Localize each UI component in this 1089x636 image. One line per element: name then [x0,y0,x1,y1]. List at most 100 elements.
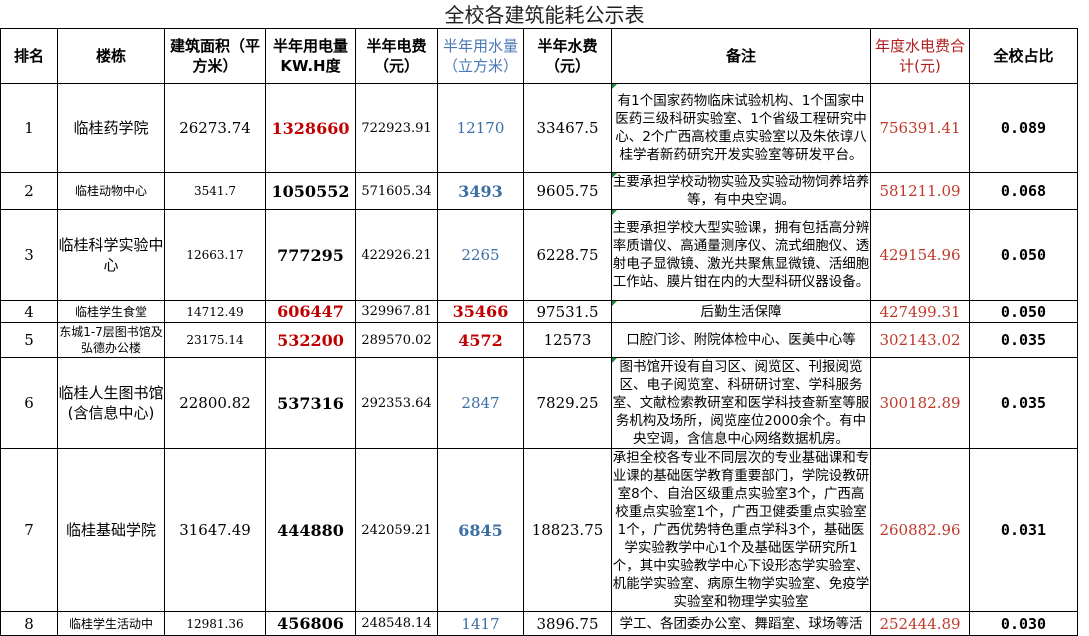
table-row[interactable]: 2 临桂动物中心 3541.7 1050552 571605.34 3493 9… [0,172,1078,210]
area-cell[interactable]: 3541.7 [164,172,266,210]
elec-use-cell[interactable]: 777295 [265,209,356,301]
elec-fee-cell[interactable]: 248548.14 [355,611,438,636]
rank-cell[interactable]: 2 [0,172,58,210]
table-row[interactable]: 6 临桂人生图书馆(含信息中心) 22800.82 537316 292353.… [0,357,1078,449]
elec-use-cell[interactable]: 532200 [265,322,356,358]
header-elec-fee[interactable]: 半年电费（元） [355,28,438,84]
share-cell[interactable]: 0.035 [969,357,1078,449]
area-cell[interactable]: 12981.36 [164,611,266,636]
total-cell[interactable]: 300182.89 [870,357,970,449]
elec-use-cell[interactable]: 456806 [265,611,356,636]
share-cell[interactable]: 0.050 [969,209,1078,301]
rank-cell[interactable]: 1 [0,83,58,173]
notes-cell[interactable]: 承担全校各专业不同层次的专业基础课和专业课的基础医学教育重要部门，学院设教研室8… [611,448,871,612]
elec-use-cell[interactable]: 444880 [265,448,356,612]
building-cell[interactable]: 临桂药学院 [57,83,165,173]
table-row[interactable]: 3 临桂科学实验中心 12663.17 777295 422926.21 226… [0,209,1078,301]
header-water-use[interactable]: 半年用水量（立方米） [437,28,524,84]
notes-cell[interactable]: 图书馆开设有自习区、阅览区、刊报阅览区、电子阅览室、科研研讨室、学科服务室、文献… [611,357,871,449]
building-cell[interactable]: 东城1-7层图书馆及弘德办公楼 [57,322,165,358]
header-building[interactable]: 楼栋 [57,28,165,84]
water-fee-cell[interactable]: 12573 [523,322,612,358]
water-use-cell[interactable]: 35466 [437,300,524,323]
share-cell[interactable]: 0.050 [969,300,1078,323]
water-fee-cell[interactable]: 9605.75 [523,172,612,210]
table-row[interactable]: 7 临桂基础学院 31647.49 444880 242059.21 6845 … [0,448,1078,612]
elec-fee-cell[interactable]: 329967.81 [355,300,438,323]
elec-fee-cell[interactable]: 242059.21 [355,448,438,612]
building-cell[interactable]: 临桂学生活动中 [57,611,165,636]
area-cell[interactable]: 14712.49 [164,300,266,323]
notes-cell[interactable]: 主要承担学校动物实验及实验动物饲养培养等，有中央空调。 [611,172,871,210]
notes-text: 有1个国家药物临床试验机构、1个国家中医药三级科研实验室、1个省级工程研究中心、… [615,93,867,163]
total-cell[interactable]: 302143.02 [870,322,970,358]
header-share[interactable]: 全校占比 [969,28,1078,84]
share-cell[interactable]: 0.089 [969,83,1078,173]
building-cell[interactable]: 临桂科学实验中心 [57,209,165,301]
water-use-cell[interactable]: 2847 [437,357,524,449]
area-cell[interactable]: 31647.49 [164,448,266,612]
elec-fee-cell[interactable]: 571605.34 [355,172,438,210]
rank-cell[interactable]: 4 [0,300,58,323]
water-fee-cell[interactable]: 33467.5 [523,83,612,173]
notes-cell[interactable]: 主要承担学校大型实验课，拥有包括高分辨率质谱仪、高通量测序仪、流式细胞仪、透射电… [611,209,871,301]
share-cell[interactable]: 0.031 [969,448,1078,612]
water-fee-cell[interactable]: 3896.75 [523,611,612,636]
elec-use-cell[interactable]: 1328660 [265,83,356,173]
table-row[interactable]: 4 临桂学生食堂 14712.49 606447 329967.81 35466… [0,300,1078,323]
share-cell[interactable]: 0.035 [969,322,1078,358]
building-cell[interactable]: 临桂基础学院 [57,448,165,612]
elec-fee-cell[interactable]: 292353.64 [355,357,438,449]
total-cell[interactable]: 429154.96 [870,209,970,301]
building-cell[interactable]: 临桂动物中心 [57,172,165,210]
header-notes[interactable]: 备注 [611,28,871,84]
area-cell[interactable]: 26273.74 [164,83,266,173]
header-elec-use[interactable]: 半年用电量KW.H度 [265,28,356,84]
total-cell[interactable]: 756391.41 [870,83,970,173]
rank-cell[interactable]: 6 [0,357,58,449]
water-use-cell[interactable]: 6845 [437,448,524,612]
water-use-cell[interactable]: 2265 [437,209,524,301]
elec-use-cell[interactable]: 1050552 [265,172,356,210]
notes-cell[interactable]: 后勤生活保障 [611,300,871,323]
rank-cell[interactable]: 7 [0,448,58,612]
elec-fee-cell[interactable]: 722923.91 [355,83,438,173]
total-cell[interactable]: 427499.31 [870,300,970,323]
water-fee-cell[interactable]: 18823.75 [523,448,612,612]
water-fee-cell[interactable]: 7829.25 [523,357,612,449]
water-use-cell[interactable]: 4572 [437,322,524,358]
area-cell[interactable]: 23175.14 [164,322,266,358]
rank-cell[interactable]: 5 [0,322,58,358]
header-water-fee[interactable]: 半年水费（元） [523,28,612,84]
elec-use-cell[interactable]: 606447 [265,300,356,323]
total-cell[interactable]: 581211.09 [870,172,970,210]
area-cell[interactable]: 12663.17 [164,209,266,301]
table-row[interactable]: 1 临桂药学院 26273.74 1328660 722923.91 12170… [0,83,1078,173]
total-cell[interactable]: 252444.89 [870,611,970,636]
elec-fee-cell[interactable]: 422926.21 [355,209,438,301]
building-cell[interactable]: 临桂学生食堂 [57,300,165,323]
total-cell[interactable]: 260882.96 [870,448,970,612]
elec-fee-cell[interactable]: 289570.02 [355,322,438,358]
share-cell[interactable]: 0.030 [969,611,1078,636]
header-area[interactable]: 建筑面积（平方米） [164,28,266,84]
header-total[interactable]: 年度水电费合计(元) [870,28,970,84]
area-cell[interactable]: 22800.82 [164,357,266,449]
notes-cell[interactable]: 学工、各团委办公室、舞蹈室、球场等活 [611,611,871,636]
water-fee-cell[interactable]: 97531.5 [523,300,612,323]
rank-cell[interactable]: 8 [0,611,58,636]
building-cell[interactable]: 临桂人生图书馆(含信息中心) [57,357,165,449]
notes-cell[interactable]: 有1个国家药物临床试验机构、1个国家中医药三级科研实验室、1个省级工程研究中心、… [611,83,871,173]
elec-use-cell[interactable]: 537316 [265,357,356,449]
share-cell[interactable]: 0.068 [969,172,1078,210]
water-use-cell[interactable]: 12170 [437,83,524,173]
water-fee-cell[interactable]: 6228.75 [523,209,612,301]
header-rank[interactable]: 排名 [0,28,58,84]
water-use-cell[interactable]: 3493 [437,172,524,210]
table-row[interactable]: 8 临桂学生活动中 12981.36 456806 248548.14 1417… [0,611,1078,636]
notes-cell[interactable]: 口腔门诊、附院体检中心、医美中心等 [611,322,871,358]
comment-marker-icon [612,173,617,178]
rank-cell[interactable]: 3 [0,209,58,301]
table-row[interactable]: 5 东城1-7层图书馆及弘德办公楼 23175.14 532200 289570… [0,322,1078,358]
water-use-cell[interactable]: 1417 [437,611,524,636]
